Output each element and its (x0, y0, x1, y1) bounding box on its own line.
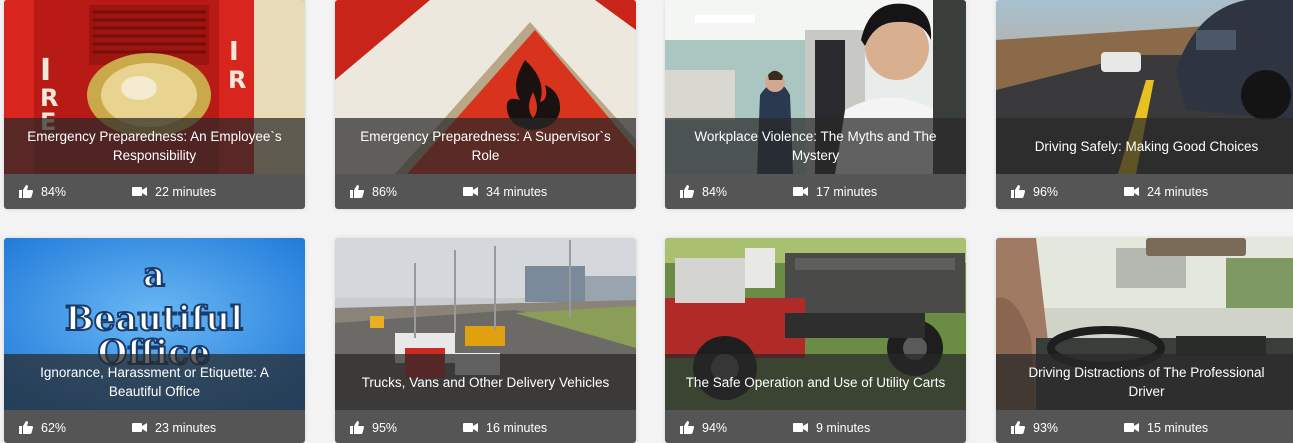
video-title[interactable]: Workplace Violence: The Myths and The My… (665, 118, 966, 174)
rating-value: 86% (372, 184, 398, 199)
video-card[interactable]: Workplace Violence: The Myths and The My… (665, 0, 966, 209)
video-title[interactable]: Driving Distractions of The Professional… (996, 354, 1293, 410)
video-meta: 62% 23 minutes (4, 410, 305, 443)
video-camera-icon (463, 186, 478, 197)
video-title[interactable]: Ignorance, Harassment or Etiquette: A Be… (4, 354, 305, 410)
svg-text:R: R (228, 66, 246, 94)
duration-value: 17 minutes (816, 184, 878, 199)
video-title[interactable]: Driving Safely: Making Good Choices (996, 118, 1293, 174)
rating-value: 62% (41, 420, 67, 435)
video-meta: 84% 17 minutes (665, 174, 966, 209)
thumbs-up-icon (1011, 185, 1025, 198)
thumbs-up-icon (680, 421, 694, 434)
video-card[interactable]: Emergency Preparedness: A Supervisor`s R… (335, 0, 636, 209)
video-title[interactable]: Emergency Preparedness: An Employee`s Re… (4, 118, 305, 174)
rating-value: 84% (702, 184, 728, 199)
video-title[interactable]: Trucks, Vans and Other Delivery Vehicles (335, 354, 636, 410)
duration-value: 24 minutes (1147, 184, 1209, 199)
video-meta: 96% 24 minutes (996, 174, 1293, 209)
video-meta: 93% 15 minutes (996, 410, 1293, 443)
video-camera-icon (463, 422, 478, 433)
video-grid: I R E I R Emergency Preparedness: An Emp… (0, 0, 1293, 443)
poster-word: a (143, 255, 165, 295)
svg-text:I: I (40, 53, 51, 88)
thumbs-up-icon (19, 421, 33, 434)
duration-value: 15 minutes (1147, 420, 1209, 435)
video-card[interactable]: a Beautiful Office Ignorance, Harassment… (4, 238, 305, 443)
video-meta: 86% 34 minutes (335, 174, 636, 209)
video-meta: 84% 22 minutes (4, 174, 305, 209)
rating-value: 94% (702, 420, 728, 435)
video-card[interactable]: Trucks, Vans and Other Delivery Vehicles… (335, 238, 636, 443)
duration-value: 16 minutes (486, 420, 548, 435)
video-camera-icon (793, 186, 808, 197)
rating-value: 93% (1033, 420, 1059, 435)
video-meta: 94% 9 minutes (665, 410, 966, 443)
rating-value: 96% (1033, 184, 1059, 199)
thumbs-up-icon (1011, 421, 1025, 434)
video-camera-icon (1124, 422, 1139, 433)
video-camera-icon (793, 422, 808, 433)
svg-text:I: I (229, 37, 239, 67)
video-card[interactable]: The Safe Operation and Use of Utility Ca… (665, 238, 966, 443)
video-camera-icon (132, 422, 147, 433)
duration-value: 34 minutes (486, 184, 548, 199)
thumbs-up-icon (680, 185, 694, 198)
video-camera-icon (1124, 186, 1139, 197)
video-card[interactable]: Driving Safely: Making Good Choices 96% … (996, 0, 1293, 209)
duration-value: 22 minutes (155, 184, 217, 199)
video-camera-icon (132, 186, 147, 197)
video-card[interactable]: I R E I R Emergency Preparedness: An Emp… (4, 0, 305, 209)
thumbs-up-icon (350, 421, 364, 434)
duration-value: 23 minutes (155, 420, 217, 435)
thumbs-up-icon (350, 185, 364, 198)
duration-value: 9 minutes (816, 420, 871, 435)
rating-value: 95% (372, 420, 398, 435)
thumbs-up-icon (19, 185, 33, 198)
video-title[interactable]: Emergency Preparedness: A Supervisor`s R… (335, 118, 636, 174)
video-meta: 95% 16 minutes (335, 410, 636, 443)
rating-value: 84% (41, 184, 67, 199)
video-card[interactable]: Driving Distractions of The Professional… (996, 238, 1293, 443)
video-title[interactable]: The Safe Operation and Use of Utility Ca… (665, 354, 966, 410)
